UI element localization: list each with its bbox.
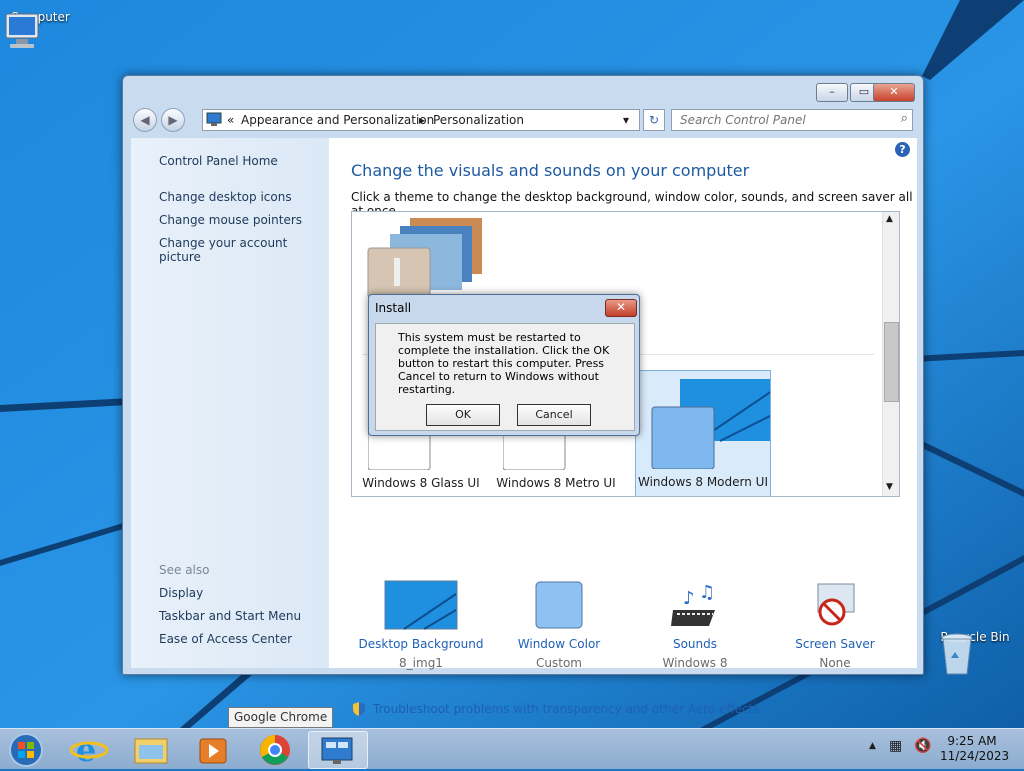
change-mouse-pointers-link[interactable]: Change mouse pointers: [159, 213, 302, 227]
breadcrumb-personalization[interactable]: Personalization: [433, 113, 524, 127]
shield-icon: [353, 702, 365, 716]
address-bar[interactable]: « Appearance and Personalization ▸ Perso…: [202, 109, 640, 131]
help-icon[interactable]: ?: [895, 142, 910, 157]
sounds-label[interactable]: Sounds: [629, 637, 761, 651]
see-also-heading: See also: [159, 563, 210, 577]
desktop-background-icon: [384, 580, 458, 630]
clock-time: 9:25 AM: [947, 734, 997, 748]
taskbar-chrome[interactable]: [250, 731, 300, 767]
theme-modern-ui-selected[interactable]: Windows 8 Modern UI: [635, 370, 771, 496]
search-icon[interactable]: ⌕: [901, 111, 908, 126]
breadcrumb-appearance[interactable]: Appearance and Personalization: [241, 113, 434, 127]
my-themes-stack-icon: [367, 218, 482, 299]
taskbar-internet-explorer[interactable]: e: [64, 731, 114, 769]
media-player-icon: [199, 738, 227, 764]
desktop-background-label[interactable]: Desktop Background: [355, 637, 487, 651]
change-account-picture-link[interactable]: Change your account picture: [159, 236, 329, 264]
dialog-title: Install: [375, 301, 412, 315]
desktop-background-value: 8_img1: [399, 656, 443, 670]
dialog-close-button[interactable]: ✕: [605, 299, 637, 317]
control-panel-icon: [321, 737, 353, 764]
left-pane: Control Panel Home Change desktop icons …: [131, 138, 329, 668]
chrome-tooltip: Google Chrome: [228, 707, 334, 728]
computer-icon: [5, 13, 39, 48]
explorer-icon: [134, 738, 168, 764]
theme-label: Windows 8 Modern UI: [638, 475, 768, 489]
recycle-bin-icon: [941, 633, 973, 675]
theme-label: Windows 8 Glass UI: [362, 476, 480, 490]
clock-date: 11/24/2023: [940, 749, 1010, 763]
screen-saver-label[interactable]: Screen Saver: [769, 637, 901, 651]
change-desktop-icons-link[interactable]: Change desktop icons: [159, 190, 292, 204]
control-panel-home-link[interactable]: Control Panel Home: [159, 154, 278, 168]
theme-label: Windows 8 Metro UI: [496, 476, 616, 490]
sounds-value: Windows 8: [662, 656, 728, 670]
sounds-item[interactable]: ♪ ♫ Sounds Windows 8: [629, 580, 761, 670]
screen-saver-item[interactable]: Screen Saver None: [769, 580, 901, 670]
dialog-message: This system must be restarted to complet…: [398, 331, 610, 396]
troubleshoot-row[interactable]: Troubleshoot problems with transparency …: [351, 701, 760, 717]
chrome-icon: [260, 735, 290, 765]
search-box[interactable]: ⌕: [671, 109, 913, 131]
taskbar-media-player[interactable]: [188, 731, 238, 767]
svg-text:♪: ♪: [683, 588, 695, 609]
window-color-label[interactable]: Window Color: [493, 637, 625, 651]
chevron-down-icon[interactable]: ▾: [623, 113, 629, 127]
start-orb-icon: [9, 733, 43, 767]
sounds-icon: ♪ ♫: [671, 582, 715, 626]
desktop-icon-recycle-bin[interactable]: Recycle Bin: [935, 630, 1015, 675]
desktop-background-item[interactable]: Desktop Background 8_img1: [355, 580, 487, 670]
screen-saver-icon: [817, 583, 855, 626]
breadcrumb-separator: ▸: [419, 113, 426, 127]
page-title: Change the visuals and sounds on your co…: [351, 161, 750, 180]
scroll-thumb[interactable]: [884, 322, 899, 402]
control-panel-icon: [206, 112, 222, 126]
dialog-body: This system must be restarted to complet…: [375, 323, 635, 431]
refresh-button[interactable]: ↻: [643, 109, 665, 131]
clock[interactable]: 9:25 AM 11/24/2023: [940, 734, 1010, 764]
scroll-up-icon[interactable]: ▲: [886, 214, 893, 224]
ok-button[interactable]: OK: [426, 404, 500, 426]
svg-text:♫: ♫: [699, 582, 715, 603]
search-input[interactable]: [678, 112, 892, 128]
ie-icon: e: [69, 731, 109, 769]
taskbar-file-explorer[interactable]: [126, 731, 176, 767]
window-color-item[interactable]: Window Color Custom: [493, 580, 625, 670]
taskbar-control-panel[interactable]: [308, 731, 368, 769]
install-dialog: Install ✕ This system must be restarted …: [368, 294, 640, 436]
taskbar: e ▲ ▦ 🔇 9:25 AM 11/24/2023: [0, 728, 1024, 769]
cancel-button[interactable]: Cancel: [517, 404, 591, 426]
start-button[interactable]: [2, 731, 52, 767]
volume-muted-icon[interactable]: 🔇: [914, 738, 931, 754]
ease-of-access-link[interactable]: Ease of Access Center: [159, 632, 292, 646]
back-button[interactable]: ◀: [133, 108, 157, 132]
scroll-down-icon[interactable]: ▼: [886, 482, 893, 492]
network-icon[interactable]: ▦: [889, 738, 902, 754]
svg-text:e: e: [76, 731, 96, 767]
display-link[interactable]: Display: [159, 586, 203, 600]
show-hidden-icons-icon[interactable]: ▲: [869, 741, 876, 751]
taskbar-start-menu-link[interactable]: Taskbar and Start Menu: [159, 609, 301, 623]
troubleshoot-link[interactable]: Troubleshoot problems with transparency …: [373, 702, 760, 716]
close-button[interactable]: ✕: [873, 83, 915, 102]
screen-saver-value: None: [819, 656, 851, 670]
theme-thumbnail: [651, 379, 770, 469]
window-color-value: Custom: [536, 656, 582, 670]
breadcrumb-prefix[interactable]: «: [227, 113, 234, 127]
theme-list-scrollbar[interactable]: ▲ ▼: [882, 212, 899, 496]
forward-button[interactable]: ▶: [161, 108, 185, 132]
desktop-icon-computer[interactable]: Computer: [0, 10, 80, 48]
window-color-icon: [535, 581, 583, 629]
minimize-button[interactable]: –: [816, 83, 848, 102]
